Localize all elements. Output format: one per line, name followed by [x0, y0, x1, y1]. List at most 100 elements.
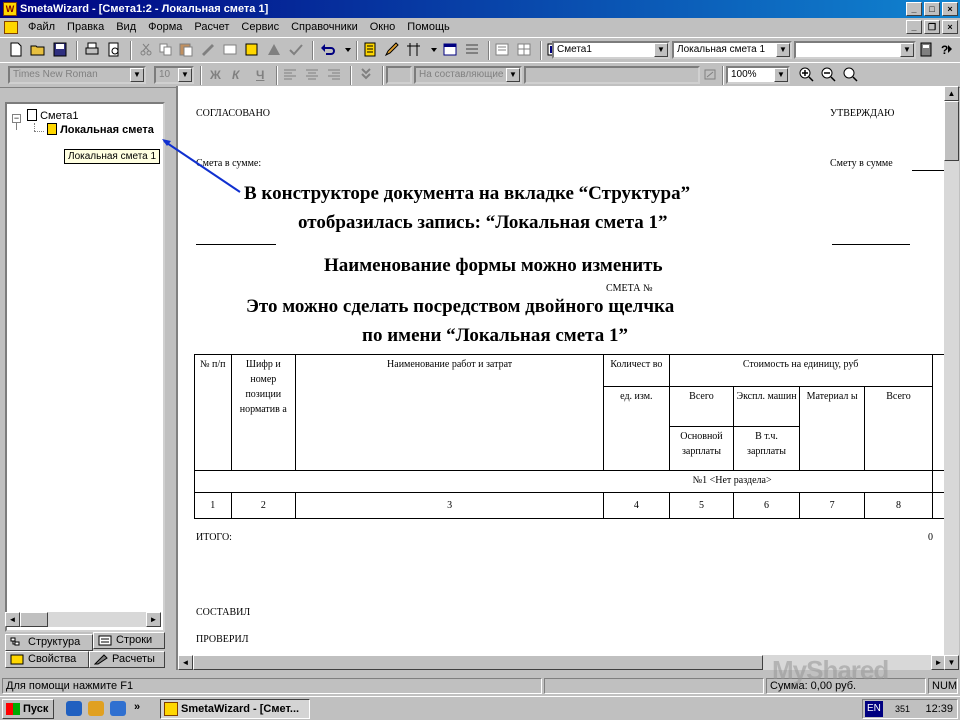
scroll-left-icon[interactable]: ◄: [5, 612, 20, 627]
app-icon[interactable]: W: [3, 2, 17, 16]
color-combo[interactable]: [386, 66, 412, 84]
estimate-table[interactable]: № п/п Шифр и номер позиции норматив а На…: [194, 354, 944, 519]
scroll-thumb[interactable]: [193, 655, 763, 670]
minimize-button[interactable]: _: [906, 2, 922, 16]
zoom-in-icon[interactable]: [798, 67, 816, 84]
menu-view[interactable]: Вид: [110, 18, 142, 37]
edit-tool-icon[interactable]: [200, 42, 218, 59]
tab-structure[interactable]: Структура: [5, 634, 93, 651]
help-icon[interactable]: ?: [938, 42, 956, 59]
menu-service[interactable]: Сервис: [235, 18, 285, 37]
browser-icon[interactable]: [66, 701, 82, 716]
frame-tool-icon[interactable]: [406, 42, 424, 59]
doc-restore-button[interactable]: ❐: [924, 20, 940, 34]
check-icon[interactable]: [288, 42, 306, 59]
doc-close-button[interactable]: ×: [942, 20, 958, 34]
taskbar-item-smetawizard[interactable]: SmetaWizard - [Смет...: [160, 699, 310, 719]
estimate-combo[interactable]: Смета1 ▼: [552, 41, 670, 59]
document-page[interactable]: СОГЛАСОВАНО УТВЕРЖДАЮ Смета в сумме: Сме…: [176, 86, 944, 670]
menu-form[interactable]: Форма: [142, 18, 188, 37]
align-right-icon[interactable]: [326, 67, 344, 84]
resize-icon[interactable]: [702, 67, 720, 84]
menu-window[interactable]: Окно: [364, 18, 402, 37]
title-bar[interactable]: W SmetaWizard - [Смета1:2 - Локальная см…: [0, 0, 960, 18]
window-icon[interactable]: [442, 42, 460, 59]
local-estimate-combo[interactable]: Локальная смета 1 ▼: [672, 41, 792, 59]
new-document-icon[interactable]: [8, 42, 26, 59]
chevron-down-icon[interactable]: ▼: [900, 43, 914, 57]
tree-horizontal-scrollbar[interactable]: ◄ ►: [5, 612, 161, 627]
undo-icon[interactable]: [320, 42, 338, 59]
scroll-thumb[interactable]: [20, 612, 48, 627]
document-vertical-scrollbar[interactable]: ▲ ▼: [944, 86, 959, 670]
tree-item-estimate[interactable]: Смета1: [27, 109, 78, 122]
close-button[interactable]: ×: [942, 2, 958, 16]
paste-icon[interactable]: [178, 42, 196, 59]
menu-calc[interactable]: Расчет: [188, 18, 235, 37]
clock[interactable]: 12:39: [925, 700, 953, 718]
scroll-up-icon[interactable]: ▲: [944, 86, 959, 101]
arrange-icon[interactable]: [464, 42, 482, 59]
undo-dropdown-icon[interactable]: [340, 42, 351, 59]
section-row[interactable]: №1 <Нет раздела>: [194, 470, 933, 493]
expand-down-icon[interactable]: [358, 67, 376, 84]
print-preview-icon[interactable]: [106, 42, 124, 59]
chevron-down-icon[interactable]: ▼: [774, 68, 788, 82]
collapse-toggle[interactable]: −: [12, 114, 21, 123]
list-icon[interactable]: [362, 42, 380, 59]
tab-rows[interactable]: Строки: [93, 632, 165, 649]
font-name-combo[interactable]: Times New Roman ▼: [8, 66, 146, 84]
more-icon[interactable]: »: [134, 701, 140, 713]
frame-dropdown-icon[interactable]: [426, 42, 437, 59]
print-icon[interactable]: [84, 42, 102, 59]
chevron-down-icon[interactable]: ▼: [178, 68, 192, 82]
document-icon[interactable]: [4, 21, 18, 34]
menu-help[interactable]: Помощь: [401, 18, 456, 37]
grid-icon[interactable]: [516, 42, 534, 59]
pencil-icon[interactable]: [384, 42, 402, 59]
internet-explorer-icon[interactable]: [110, 701, 126, 716]
scroll-right-icon[interactable]: ►: [931, 655, 944, 670]
scroll-down-icon[interactable]: ▼: [944, 655, 959, 670]
scroll-left-icon[interactable]: ◄: [178, 655, 193, 670]
align-center-icon[interactable]: [304, 67, 322, 84]
zoom-out-icon[interactable]: [820, 67, 838, 84]
tray-counter[interactable]: 351: [895, 700, 910, 718]
structure-tree[interactable]: − Смета1 Локальная смета Локальная смета…: [5, 102, 165, 632]
save-icon[interactable]: [52, 42, 70, 59]
table-row[interactable]: 1 2 3 4 5 6 7 8: [194, 492, 944, 519]
scroll-thumb[interactable]: [944, 101, 959, 161]
maximize-button[interactable]: □: [924, 2, 940, 16]
tab-properties[interactable]: Свойства: [5, 651, 89, 668]
cut-icon[interactable]: [138, 42, 156, 59]
chevron-down-icon[interactable]: ▼: [130, 68, 144, 82]
zoom-combo[interactable]: 100% ▼: [726, 66, 790, 84]
menu-edit[interactable]: Правка: [61, 18, 110, 37]
properties-icon[interactable]: [494, 42, 512, 59]
copy-icon[interactable]: [158, 42, 176, 59]
zoom-fit-icon[interactable]: [842, 67, 860, 84]
language-indicator[interactable]: EN: [865, 701, 883, 717]
chevron-down-icon[interactable]: ▼: [654, 43, 668, 57]
tab-calculations[interactable]: Расчеты: [89, 651, 165, 668]
insert-icon[interactable]: [244, 42, 262, 59]
calc-icon[interactable]: [918, 42, 936, 59]
open-folder-icon[interactable]: [30, 42, 48, 59]
menu-references[interactable]: Справочники: [285, 18, 364, 37]
align-left-icon[interactable]: [282, 67, 300, 84]
tree-item-local-estimate[interactable]: Локальная смета: [47, 123, 154, 136]
menu-file[interactable]: Файл: [22, 18, 61, 37]
distribution-combo[interactable]: На составляющие ▼: [414, 66, 522, 84]
scroll-right-icon[interactable]: ►: [146, 612, 161, 627]
bold-button[interactable]: Ж: [210, 68, 221, 82]
underline-button[interactable]: Ч: [256, 68, 264, 82]
italic-button[interactable]: К: [232, 68, 239, 82]
section-combo[interactable]: ▼: [794, 41, 916, 59]
doc-minimize-button[interactable]: _: [906, 20, 922, 34]
row-icon[interactable]: [222, 42, 240, 59]
font-size-combo[interactable]: 10 ▼: [154, 66, 194, 84]
quicklaunch-icon[interactable]: [88, 701, 104, 716]
chevron-down-icon[interactable]: ▼: [776, 43, 790, 57]
formula-field[interactable]: [524, 66, 700, 84]
format-icon[interactable]: [266, 42, 284, 59]
